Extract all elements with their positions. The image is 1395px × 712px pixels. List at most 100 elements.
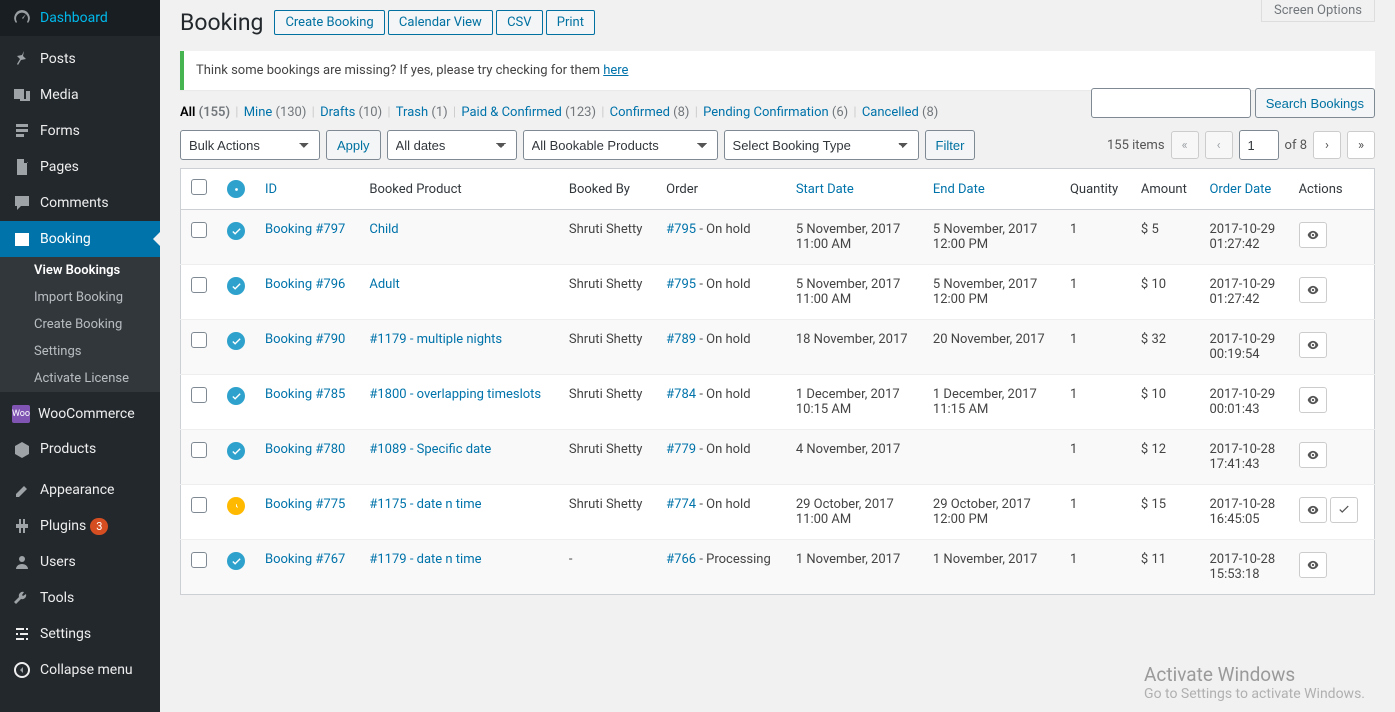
status-confirmed-icon xyxy=(227,552,245,570)
sidebar-item-woocommerce[interactable]: WooWooCommerce xyxy=(0,397,160,431)
sidebar-item-label: Users xyxy=(40,554,76,570)
view-paid-confirmed[interactable]: Paid & Confirmed (123) xyxy=(461,105,596,120)
booking-id-link[interactable]: Booking #796 xyxy=(265,277,345,292)
settings-icon xyxy=(12,624,32,644)
view-action-button[interactable] xyxy=(1299,387,1327,413)
sidebar-item-pages[interactable]: Pages xyxy=(0,149,160,185)
next-page-button[interactable]: › xyxy=(1313,131,1341,159)
prev-page-button[interactable]: ‹ xyxy=(1205,131,1233,159)
filter-button[interactable]: Filter xyxy=(925,130,976,160)
print-button[interactable]: Print xyxy=(546,10,595,35)
view-mine[interactable]: Mine (130) xyxy=(244,105,307,120)
booking-id-link[interactable]: Booking #790 xyxy=(265,332,345,347)
sidebar-item-appearance[interactable]: Appearance xyxy=(0,472,160,508)
sidebar-item-media[interactable]: Media xyxy=(0,77,160,113)
table-row: Booking #767#1179 - date n time-#766 - P… xyxy=(181,540,1375,595)
header-end[interactable]: End Date xyxy=(933,182,985,197)
sidebar-item-products[interactable]: Products xyxy=(0,431,160,467)
row-checkbox[interactable] xyxy=(191,552,207,568)
product-link[interactable]: Child xyxy=(369,222,398,237)
confirm-action-button[interactable] xyxy=(1330,497,1358,523)
create-booking-button[interactable]: Create Booking xyxy=(274,10,384,35)
select-all-checkbox[interactable] xyxy=(191,179,207,195)
product-link[interactable]: #1800 - overlapping timeslots xyxy=(369,387,541,402)
header-start[interactable]: Start Date xyxy=(796,182,854,197)
view-all[interactable]: All (155) xyxy=(180,105,230,120)
product-link[interactable]: #1089 - Specific date xyxy=(369,442,491,457)
last-page-button[interactable]: » xyxy=(1347,131,1375,159)
sidebar-item-tools[interactable]: Tools xyxy=(0,580,160,616)
sidebar-item-settings[interactable]: Settings xyxy=(0,616,160,652)
first-page-button[interactable]: « xyxy=(1171,131,1199,159)
order-link[interactable]: #795 xyxy=(666,277,696,292)
view-action-button[interactable] xyxy=(1299,442,1327,468)
view-action-button[interactable] xyxy=(1299,497,1327,523)
submenu-item-activate-license[interactable]: Activate License xyxy=(0,365,160,392)
csv-button[interactable]: CSV xyxy=(496,10,542,35)
submenu-item-import-booking[interactable]: Import Booking xyxy=(0,284,160,311)
sidebar-item-booking[interactable]: Booking xyxy=(0,221,160,257)
search-button[interactable]: Search Bookings xyxy=(1255,88,1375,118)
view-cancelled[interactable]: Cancelled (8) xyxy=(862,105,938,120)
view-action-button[interactable] xyxy=(1299,332,1327,358)
search-input[interactable] xyxy=(1091,88,1251,118)
order-link[interactable]: #784 xyxy=(666,387,696,402)
product-link[interactable]: #1175 - date n time xyxy=(369,497,481,512)
sidebar-item-label: Posts xyxy=(40,51,76,67)
calendar-view-button[interactable]: Calendar View xyxy=(388,10,493,35)
product-filter-select[interactable]: All Bookable Products xyxy=(523,130,718,160)
booking-id-link[interactable]: Booking #780 xyxy=(265,442,345,457)
booking-id-link[interactable]: Booking #785 xyxy=(265,387,345,402)
product-link[interactable]: #1179 - date n time xyxy=(369,552,481,567)
sidebar-item-users[interactable]: Users xyxy=(0,544,160,580)
bulk-actions-select[interactable]: Bulk Actions xyxy=(180,130,320,160)
end-date-cell: 29 October, 201712:00 PM xyxy=(923,485,1060,540)
tablenav-top: Bulk Actions Apply All dates All Bookabl… xyxy=(180,130,1375,160)
sidebar-item-plugins[interactable]: Plugins3 xyxy=(0,508,160,544)
header-order-date[interactable]: Order Date xyxy=(1209,182,1271,197)
booking-id-link[interactable]: Booking #775 xyxy=(265,497,345,512)
view-confirmed[interactable]: Confirmed (8) xyxy=(610,105,690,120)
submenu-item-settings[interactable]: Settings xyxy=(0,338,160,365)
apply-button[interactable]: Apply xyxy=(326,130,381,160)
start-date-cell: 18 November, 2017 xyxy=(786,320,923,375)
view-action-button[interactable] xyxy=(1299,277,1327,303)
product-link[interactable]: Adult xyxy=(369,277,399,292)
header-id[interactable]: ID xyxy=(265,182,277,197)
booking-id-link[interactable]: Booking #767 xyxy=(265,552,345,567)
booking-id-link[interactable]: Booking #797 xyxy=(265,222,345,237)
notice-link[interactable]: here xyxy=(603,63,628,78)
sidebar-item-collapse-menu[interactable]: Collapse menu xyxy=(0,652,160,688)
order-link[interactable]: #774 xyxy=(666,497,696,512)
order-status-text: - On hold xyxy=(696,442,750,457)
date-filter-select[interactable]: All dates xyxy=(387,130,517,160)
order-link[interactable]: #795 xyxy=(666,222,696,237)
row-checkbox[interactable] xyxy=(191,277,207,293)
submenu-item-view-bookings[interactable]: View Bookings xyxy=(0,257,160,284)
view-action-button[interactable] xyxy=(1299,552,1327,578)
view-drafts[interactable]: Drafts (10) xyxy=(320,105,382,120)
row-checkbox[interactable] xyxy=(191,387,207,403)
qty-cell: 1 xyxy=(1060,430,1131,485)
row-checkbox[interactable] xyxy=(191,332,207,348)
sidebar-item-posts[interactable]: Posts xyxy=(0,41,160,77)
view-trash[interactable]: Trash (1) xyxy=(396,105,448,120)
current-page-input[interactable] xyxy=(1239,130,1279,160)
sidebar-item-forms[interactable]: Forms xyxy=(0,113,160,149)
order-link[interactable]: #766 xyxy=(666,552,696,567)
status-pending-icon xyxy=(227,497,245,515)
amount-cell: $ 12 xyxy=(1131,430,1200,485)
booking-type-select[interactable]: Select Booking Type xyxy=(724,130,919,160)
sidebar-item-dashboard[interactable]: Dashboard xyxy=(0,0,160,36)
row-checkbox[interactable] xyxy=(191,497,207,513)
row-checkbox[interactable] xyxy=(191,222,207,238)
view-action-button[interactable] xyxy=(1299,222,1327,248)
order-link[interactable]: #779 xyxy=(666,442,696,457)
order-link[interactable]: #789 xyxy=(666,332,696,347)
submenu-item-create-booking[interactable]: Create Booking xyxy=(0,311,160,338)
screen-options-tab[interactable]: Screen Options xyxy=(1261,0,1375,22)
row-checkbox[interactable] xyxy=(191,442,207,458)
sidebar-item-comments[interactable]: Comments xyxy=(0,185,160,221)
product-link[interactable]: #1179 - multiple nights xyxy=(369,332,502,347)
view-pending-confirmation[interactable]: Pending Confirmation (6) xyxy=(703,105,848,120)
